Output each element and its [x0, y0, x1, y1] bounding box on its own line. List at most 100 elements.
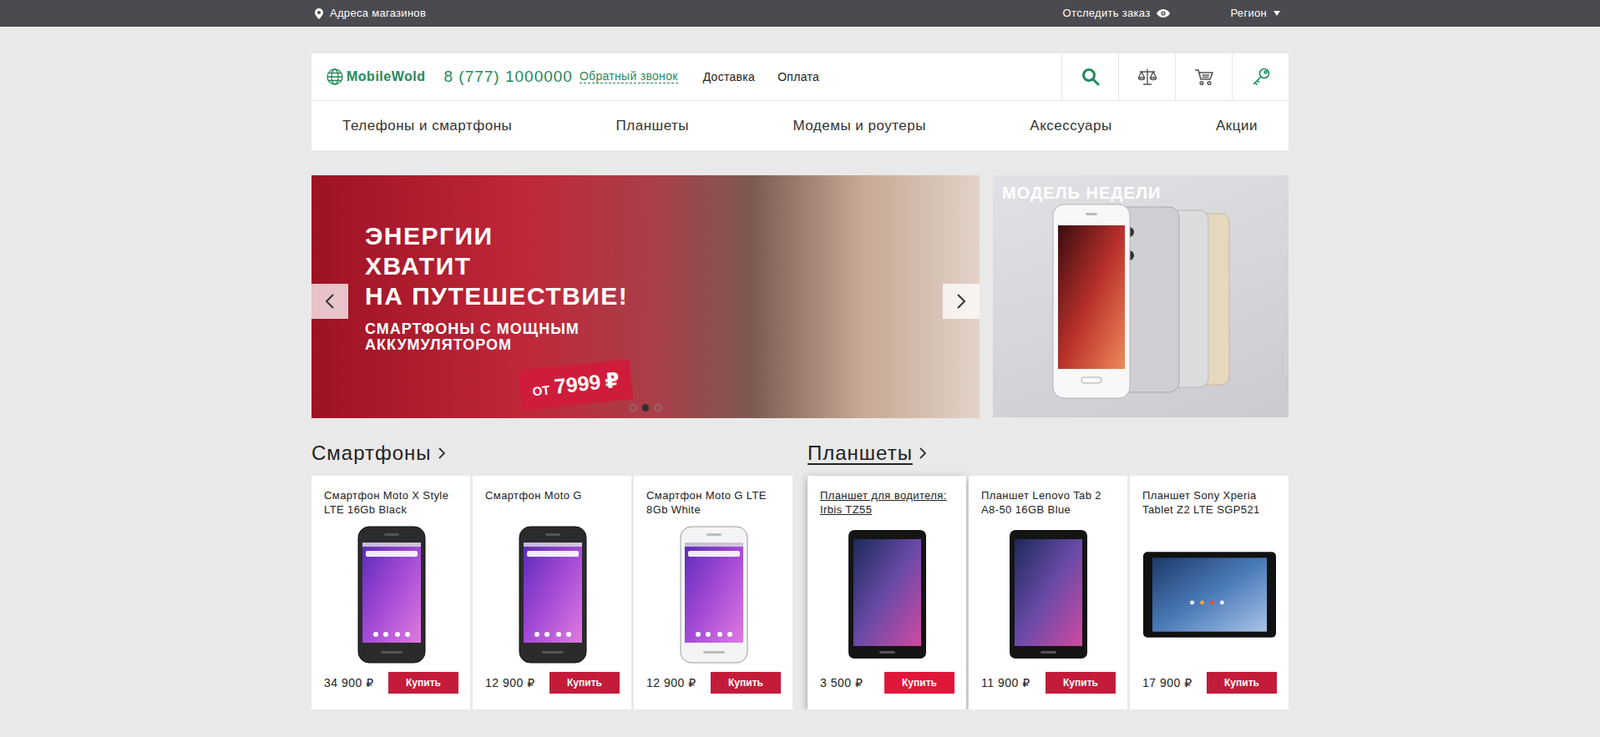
price-badge: ОТ7999₽ [518, 359, 633, 411]
logo-text: MobileWold [346, 66, 426, 87]
buy-button[interactable]: Купить [549, 672, 620, 694]
price-amount: 12 900 [485, 676, 524, 690]
header-link[interactable]: Доставка [703, 68, 756, 87]
product-price: 11 900 ₽ [981, 674, 1031, 693]
slide-subtitle-line: СМАРТФОНЫ С МОЩНЫМ [364, 321, 980, 338]
product-image[interactable] [820, 516, 955, 673]
price-currency: ₽ [855, 676, 863, 690]
product-card[interactable]: Планшет Lenovo Tab 2 A8-50 16GB Blue 11 9… [968, 475, 1128, 710]
slider-dots [629, 404, 663, 412]
compare-icon [1137, 67, 1158, 87]
smartphone-icon [679, 526, 749, 664]
slider-dot[interactable] [642, 404, 650, 412]
compare-button[interactable] [1118, 53, 1175, 101]
chevron-left-icon [324, 293, 335, 309]
nav-item[interactable]: Акции [1215, 115, 1258, 137]
slide-subtitle-line: АККУМУЛЯТОРОМ [364, 337, 980, 354]
section-title: Планшеты [807, 441, 913, 466]
product-section: Планшеты Планшет для водителя: Irbis TZ55… [807, 441, 1289, 710]
buy-button[interactable]: Купить [388, 672, 459, 694]
phones-icon [1052, 203, 1232, 400]
price-amount: 12 900 [646, 676, 685, 690]
product-card[interactable]: Планшет Sony Xperia Tablet Z2 LTE SGP521… [1129, 475, 1289, 710]
product-card[interactable]: Смартфон Moto G 12 900 ₽ Купить [472, 475, 632, 710]
product-footer: 11 900 ₽ Купить [981, 672, 1116, 694]
product-image[interactable] [324, 516, 459, 673]
slider-next-button[interactable] [942, 283, 980, 319]
callback-link[interactable]: Обратный звонок [579, 70, 679, 84]
product-price: 17 900 ₽ [1142, 674, 1193, 693]
product-title[interactable]: Планшет Sony Xperia Tablet Z2 LTE SGP521 [1142, 488, 1277, 517]
smartphone-icon [518, 526, 588, 664]
header-tools [1061, 53, 1289, 101]
main-nav: Телефоны и смартфоны Планшеты Модемы и роу… [311, 101, 1289, 151]
section-title: Смартфоны [311, 441, 432, 466]
product-image[interactable] [981, 516, 1116, 673]
section-header-link[interactable]: Планшеты [807, 441, 927, 466]
product-image[interactable] [646, 516, 781, 673]
product-title[interactable]: Планшет Lenovo Tab 2 A8-50 16GB Blue [981, 488, 1116, 517]
price-prefix: ОТ [531, 382, 552, 399]
nav-item[interactable]: Модемы и роутеры [792, 115, 927, 137]
product-price: 12 900 ₽ [646, 674, 697, 693]
product-footer: 12 900 ₽ Купить [646, 672, 781, 694]
slider-prev-button[interactable] [311, 283, 349, 319]
top-bar-inner: Адреса магазинов Отследить заказ Регион [311, 0, 1289, 27]
track-order-link[interactable]: Отследить заказ [1063, 5, 1171, 22]
product-card[interactable]: Смартфон Moto G LTE 8Gb White 12 900 ₽ Куп… [633, 475, 793, 710]
buy-button[interactable]: Купить [884, 672, 955, 694]
logo[interactable]: MobileWold [326, 66, 426, 87]
region-dropdown[interactable]: Регион [1230, 5, 1281, 22]
product-title[interactable]: Смартфон Moto G LTE 8Gb White [646, 488, 781, 517]
product-price: 12 900 ₽ [485, 674, 536, 693]
product-sections: Смартфоны Смартфон Moto X Style LTE 16Gb … [311, 441, 1289, 710]
buy-button[interactable]: Купить [1045, 672, 1116, 694]
nav-item[interactable]: Аксессуары [1029, 115, 1112, 137]
section-header-link[interactable]: Смартфоны [311, 441, 446, 466]
phone-number: 8 (777) 1000000 [443, 65, 573, 90]
product-title[interactable]: Планшет для водителя: Irbis TZ55 [820, 488, 955, 517]
product-footer: 3 500 ₽ Купить [820, 672, 955, 694]
product-title[interactable]: Смартфон Moto G [485, 488, 620, 517]
slide-subtitle: СМАРТФОНЫ С МОЩНЫМАККУМУЛЯТОРОМ [364, 321, 980, 354]
product-price: 3 500 ₽ [820, 674, 863, 693]
price-currency: ₽ [1022, 676, 1030, 690]
price-value: 7999 [552, 369, 602, 399]
chevron-right-icon [956, 293, 967, 309]
price-currency: ₽ [365, 676, 374, 690]
product-price: 34 900 ₽ [324, 674, 375, 693]
search-button[interactable] [1061, 53, 1119, 101]
nav-item[interactable]: Планшеты [616, 115, 690, 137]
store-addresses-link[interactable]: Адреса магазинов [314, 5, 426, 22]
tablet-icon [1142, 551, 1277, 639]
cart-icon [1194, 67, 1215, 87]
slider-dot[interactable] [654, 404, 663, 412]
login-key-icon [1251, 67, 1271, 87]
login-key-button[interactable] [1231, 53, 1289, 101]
price-amount: 11 900 [981, 676, 1019, 690]
store-addresses-label: Адреса магазинов [329, 5, 426, 22]
product-list: Смартфон Moto X Style LTE 16Gb Black 34 9… [311, 475, 793, 710]
header-link[interactable]: Оплата [777, 68, 820, 87]
product-card[interactable]: Планшет для водителя: Irbis TZ55 3 500 ₽ К… [807, 475, 967, 710]
site-header: MobileWold 8 (777) 1000000 Обратный звонок… [311, 53, 1289, 151]
slide-title-line: ЭНЕРГИИ [364, 221, 980, 252]
product-card[interactable]: Смартфон Moto X Style LTE 16Gb Black 34 9… [311, 475, 471, 710]
model-of-week-banner[interactable]: МОДЕЛЬ НЕДЕЛИ [992, 175, 1289, 418]
buy-button[interactable]: Купить [710, 672, 781, 694]
buy-button[interactable]: Купить [1206, 672, 1277, 694]
product-image[interactable] [485, 516, 620, 673]
track-order-label: Отследить заказ [1063, 5, 1151, 22]
eye-icon [1156, 9, 1170, 18]
promo-slider[interactable]: ЭНЕРГИИХВАТИТНА ПУТЕШЕСТВИЕ! СМАРТФОНЫ С … [311, 175, 980, 419]
nav-item[interactable]: Телефоны и смартфоны [342, 115, 512, 137]
chevron-right-icon [438, 447, 446, 460]
product-title[interactable]: Смартфон Moto X Style LTE 16Gb Black [324, 488, 459, 517]
slide-title: ЭНЕРГИИХВАТИТНА ПУТЕШЕСТВИЕ! [364, 221, 980, 312]
tablet-icon [1008, 529, 1089, 660]
product-footer: 17 900 ₽ Купить [1142, 672, 1277, 694]
cart-button[interactable] [1174, 53, 1232, 101]
product-image[interactable] [1142, 516, 1277, 673]
product-footer: 34 900 ₽ Купить [324, 672, 459, 694]
slider-dot[interactable] [629, 404, 638, 412]
